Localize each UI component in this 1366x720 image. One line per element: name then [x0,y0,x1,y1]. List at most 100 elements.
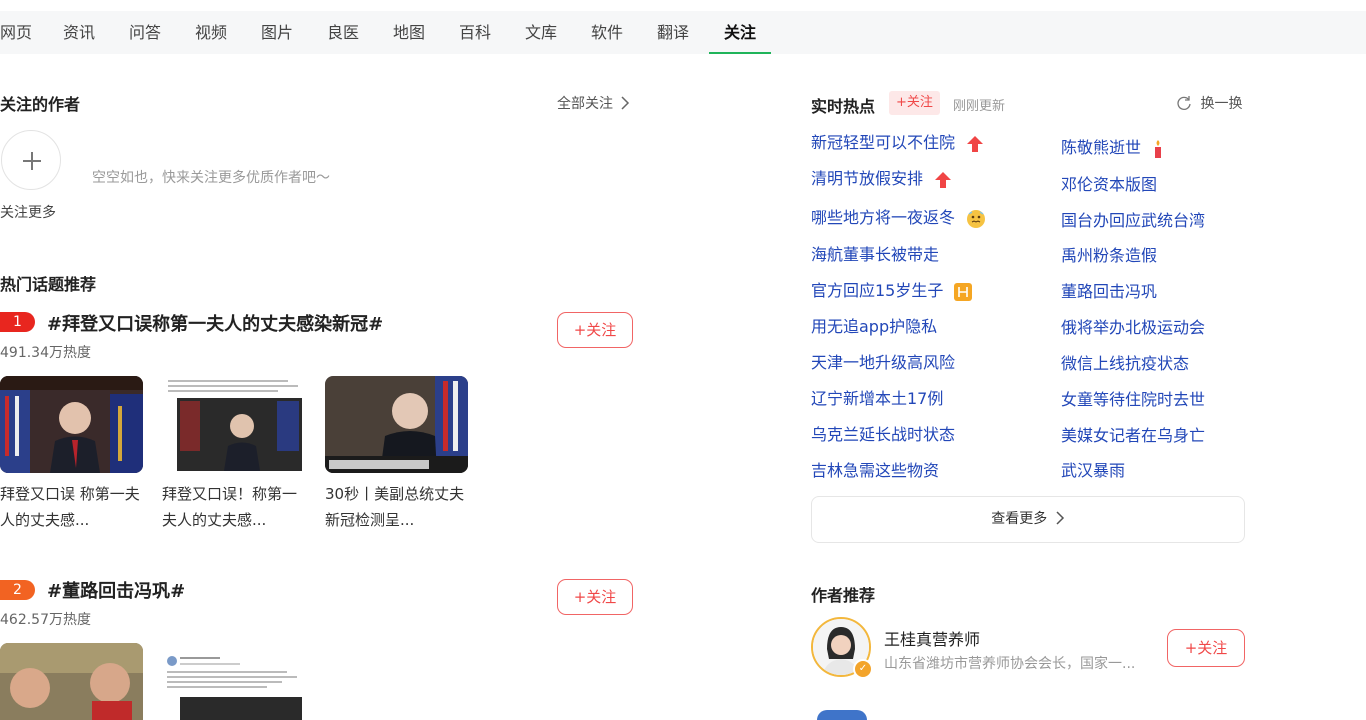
chevron-right-icon [621,96,630,110]
empty-follow-text: 空空如也，快来关注更多优质作者吧～ [92,170,330,186]
tab-baike[interactable]: 百科 [459,11,491,54]
hot-item-left-1[interactable]: 新冠轻型可以不住院 [811,129,984,153]
tab-map[interactable]: 地图 [393,11,425,54]
hot-item-right-6[interactable]: 俄将举办北极运动会 [1061,314,1205,338]
author-desc: 山东省潍坊市营养师协会会长，国家一... [884,656,1136,672]
hot-item-text: 乌克兰延长战时状态 [811,425,956,444]
hot-item-text: 美媒女记者在乌身亡 [1061,426,1206,445]
followed-authors-title: 关注的作者 [0,95,81,114]
hot-item-right-9[interactable]: 美媒女记者在乌身亡 [1061,422,1205,446]
tab-software[interactable]: 软件 [591,11,623,54]
hot-item-right-4[interactable]: 禹州粉条造假 [1061,242,1157,266]
up-arrow-icon [967,135,984,152]
follow-author-button[interactable]: +关注 [1167,629,1245,667]
refresh-label: 换一换 [1200,96,1243,112]
hot-item-text: 吉林急需这些物资 [811,461,940,480]
hot-item-text: 国台办回应武统台湾 [1061,211,1206,230]
hot-item-right-3[interactable]: 国台办回应武统台湾 [1061,207,1205,231]
tab-follow[interactable]: 关注 [708,11,772,54]
follow-more-label[interactable]: 关注更多 [0,202,56,222]
video-caption-2[interactable]: 拜登又口误！称第一夫人的丈夫感... [162,481,307,533]
realtime-hot-title: 实时热点 [811,97,876,116]
video-thumbnail-5[interactable] [162,643,305,720]
author-name[interactable]: 王桂真营养师 [884,626,980,650]
hot-item-left-7[interactable]: 天津一地升级高风险 [811,349,955,373]
tab-qa[interactable]: 问答 [129,11,161,54]
hot-item-text: 邓伦资本版图 [1061,175,1158,194]
hot-item-right-1[interactable]: 陈敬熊逝世 [1061,134,1164,159]
hot-item-left-10[interactable]: 吉林急需这些物资 [811,457,939,481]
tab-doctor[interactable]: 良医 [327,11,359,54]
view-more-label: 查看更多 [991,511,1048,527]
top-nav: 网页 资讯 问答 视频 图片 良医 地图 百科 文库 软件 翻译 关注 [0,11,1366,54]
hot-item-text: 微信上线抗疫状态 [1061,354,1190,373]
hot-item-left-5[interactable]: 官方回应15岁生子 [811,277,973,301]
follow-topic-button-1[interactable]: +关注 [557,312,633,348]
hot-item-text: 武汉暴雨 [1061,461,1126,480]
hot-item-right-10[interactable]: 武汉暴雨 [1061,457,1125,481]
chevron-right-icon [1056,511,1064,525]
hot-item-text: 女童等待住院时去世 [1061,390,1206,409]
hot-item-left-6[interactable]: 用无追app护隐私 [811,313,937,337]
topic-title-1[interactable]: #拜登又口误称第一夫人的丈夫感染新冠# [47,310,383,336]
rank-badge-2: 2 [0,580,35,600]
view-more-button[interactable]: 查看更多 [811,496,1245,543]
avatar-partial[interactable] [817,710,867,720]
hot-item-text: 官方回应15岁生子 [811,281,944,300]
hot-item-text: 天津一地升级高风险 [811,353,956,372]
hot-item-right-5[interactable]: 董路回击冯巩 [1061,278,1157,302]
video-thumbnail-1[interactable] [0,376,143,473]
video-thumbnail-1-image [0,376,143,473]
video-caption-1[interactable]: 拜登又口误 称第一夫人的丈夫感... [0,481,145,533]
tab-video[interactable]: 视频 [195,11,227,54]
video-thumbnail-4[interactable] [0,643,143,720]
cold-face-icon [967,209,986,228]
hot-item-text: 清明节放假安排 [811,169,924,188]
hot-updated-label: 刚刚更新 [953,99,1006,114]
hot-item-text: 俄将举办北极运动会 [1061,318,1206,337]
video-thumbnail-4-image [0,643,143,720]
rank-badge-1: 1 [0,312,35,332]
tab-news[interactable]: 资讯 [63,11,95,54]
hot-item-text: 哪些地方将一夜返冬 [811,208,956,227]
tab-translate[interactable]: 翻译 [657,11,689,54]
hot-item-text: 董路回击冯巩 [1061,282,1158,301]
video-thumbnail-3-image [325,376,468,473]
candle-icon [1155,139,1162,158]
hot-item-right-2[interactable]: 邓伦资本版图 [1061,171,1157,195]
video-thumbnail-2[interactable] [162,376,305,473]
author-rec-title: 作者推荐 [811,586,876,605]
add-author-button[interactable] [1,130,61,190]
hot-item-left-9[interactable]: 乌克兰延长战时状态 [811,421,955,445]
hot-badge-icon [954,282,973,301]
video-thumbnail-2-image [162,376,305,473]
hot-item-left-2[interactable]: 清明节放假安排 [811,165,952,189]
follow-topic-button-2[interactable]: +关注 [557,579,633,615]
topic-heat-2: 462.57万热度 [0,612,91,628]
hot-item-text: 陈敬熊逝世 [1061,138,1142,157]
hot-item-right-7[interactable]: 微信上线抗疫状态 [1061,350,1189,374]
tab-web[interactable]: 网页 [0,11,32,54]
hot-follow-tag[interactable]: +关注 [889,91,940,115]
hot-item-right-8[interactable]: 女童等待住院时去世 [1061,386,1205,410]
hot-item-text: 新冠轻型可以不住院 [811,133,956,152]
video-caption-3[interactable]: 30秒丨美副总统丈夫新冠检测呈... [325,481,470,533]
hot-item-text: 辽宁新增本土17例 [811,389,944,408]
refresh-icon [1177,96,1191,110]
refresh-button[interactable]: 换一换 [1176,93,1242,113]
topic-title-2[interactable]: #董路回击冯巩# [47,577,185,603]
hot-item-left-8[interactable]: 辽宁新增本土17例 [811,385,943,409]
up-arrow-icon [935,171,952,188]
hot-item-text: 禹州粉条造假 [1061,246,1158,265]
verified-badge-icon: ✓ [853,659,873,679]
hot-item-text: 用无追app护隐私 [811,317,938,336]
all-follows-link[interactable]: 全部关注 [557,93,630,113]
tab-images[interactable]: 图片 [261,11,293,54]
hot-item-left-4[interactable]: 海航董事长被带走 [811,241,939,265]
topic-heat-1: 491.34万热度 [0,345,91,361]
tab-wenku[interactable]: 文库 [525,11,557,54]
hot-item-left-3[interactable]: 哪些地方将一夜返冬 [811,204,986,229]
hot-item-text: 海航董事长被带走 [811,245,940,264]
hot-topics-title: 热门话题推荐 [0,275,97,294]
video-thumbnail-3[interactable] [325,376,468,473]
